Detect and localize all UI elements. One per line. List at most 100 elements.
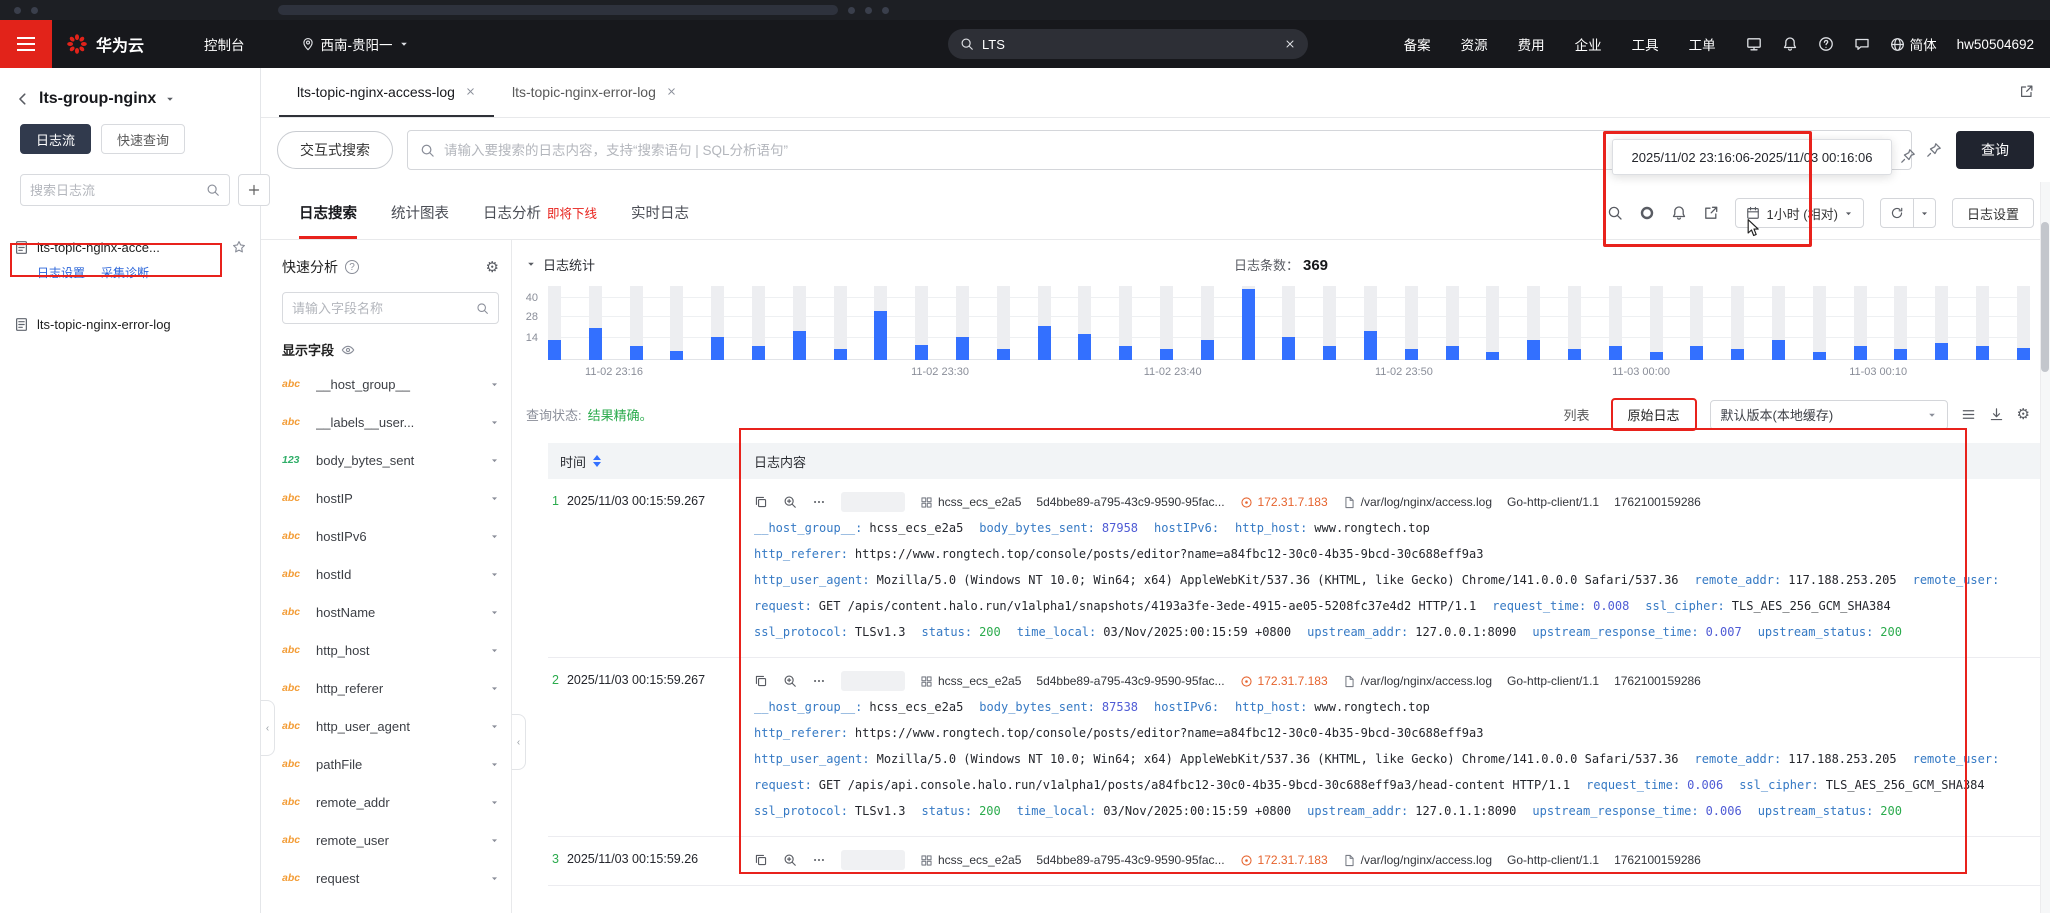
- log-field[interactable]: http_host:www.rongtech.top: [1235, 515, 1430, 541]
- scrollbar[interactable]: [2040, 182, 2050, 913]
- histogram-bucket[interactable]: [874, 286, 887, 360]
- histogram-bucket[interactable]: [1323, 286, 1336, 360]
- stream-item[interactable]: lts-topic-nginx-acce...: [0, 230, 260, 264]
- histogram-bucket[interactable]: [1976, 286, 1989, 360]
- log-field[interactable]: time_local:03/Nov/2025:00:15:59 +0800: [1017, 798, 1291, 824]
- query-button[interactable]: 查询: [1956, 131, 2034, 169]
- view-tab[interactable]: 实时日志: [631, 202, 689, 239]
- histogram-bucket[interactable]: [1038, 286, 1051, 360]
- refresh-button[interactable]: [1880, 198, 1936, 228]
- view-tab[interactable]: 统计图表: [391, 202, 449, 239]
- histogram-bucket[interactable]: [1772, 286, 1785, 360]
- search-tool-icon[interactable]: [1607, 205, 1623, 221]
- log-field[interactable]: upstream_addr:127.0.0.1:8090: [1307, 619, 1516, 645]
- histogram-bucket[interactable]: [1731, 286, 1744, 360]
- histogram-bucket[interactable]: [1405, 286, 1418, 360]
- field-search[interactable]: [282, 292, 499, 324]
- quick-field[interactable]: abchostIP: [282, 479, 499, 517]
- log-field[interactable]: remote_user:: [1913, 746, 2000, 772]
- log-field[interactable]: http_user_agent:Mozilla/5.0 (Windows NT …: [754, 746, 1679, 772]
- histogram-bucket[interactable]: [1160, 286, 1173, 360]
- view-tab[interactable]: 日志分析即将下线: [483, 202, 597, 239]
- log-field[interactable]: ssl_protocol:TLSv1.3: [754, 619, 906, 645]
- collapse-icon[interactable]: [526, 259, 536, 269]
- histogram-bucket[interactable]: [1486, 286, 1499, 360]
- global-search-input[interactable]: [982, 37, 1276, 52]
- quick-field[interactable]: abcpathFile: [282, 745, 499, 783]
- histogram-bucket[interactable]: [1527, 286, 1540, 360]
- info-icon[interactable]: [345, 260, 359, 274]
- log-field-chip[interactable]: /var/log/nginx/access.log: [1343, 674, 1492, 688]
- log-settings-button[interactable]: 日志设置: [1952, 198, 2034, 228]
- log-field-chip[interactable]: Go-http-client/1.1: [1507, 853, 1599, 867]
- log-field[interactable]: http_host:www.rongtech.top: [1235, 694, 1430, 720]
- log-field-chip[interactable]: hcss_ecs_e2a5: [920, 674, 1021, 688]
- sidebar-tab[interactable]: 日志流: [20, 124, 91, 154]
- log-field[interactable]: upstream_addr:127.0.1.1:8090: [1307, 798, 1516, 824]
- stream-search[interactable]: [20, 174, 230, 206]
- log-stats-label[interactable]: 日志统计: [543, 255, 595, 274]
- context-chip[interactable]: [841, 850, 905, 870]
- chevron-down-icon[interactable]: [165, 94, 175, 104]
- huawei-cloud-logo[interactable]: 华为云: [66, 32, 144, 56]
- log-field-chip[interactable]: 1762100159286: [1614, 495, 1701, 509]
- view-list-button[interactable]: 列表: [1556, 401, 1598, 428]
- histogram-bucket[interactable]: [2017, 286, 2030, 360]
- topnav-item[interactable]: 工具: [1632, 34, 1659, 54]
- quick-field[interactable]: abc__labels__user...: [282, 403, 499, 441]
- log-field[interactable]: request_time:0.006: [1586, 772, 1723, 798]
- eye-icon[interactable]: [341, 343, 355, 357]
- histogram-bucket[interactable]: [1446, 286, 1459, 360]
- log-field-chip[interactable]: 172.31.7.183: [1240, 495, 1328, 509]
- log-field[interactable]: http_user_agent:Mozilla/5.0 (Windows NT …: [754, 567, 1679, 593]
- log-field[interactable]: remote_addr:117.188.253.205: [1695, 746, 1897, 772]
- histogram-bucket[interactable]: [630, 286, 643, 360]
- histogram-bucket[interactable]: [1119, 286, 1132, 360]
- histogram-bucket[interactable]: [711, 286, 724, 360]
- log-field[interactable]: upstream_response_time:0.006: [1532, 798, 1741, 824]
- histogram-bucket[interactable]: [589, 286, 602, 360]
- quick-field[interactable]: abchostIPv6: [282, 517, 499, 555]
- context-chip[interactable]: [841, 671, 905, 691]
- stream-search-input[interactable]: [30, 183, 206, 198]
- log-field[interactable]: remote_user:: [1913, 567, 2000, 593]
- pin-icon[interactable]: [1926, 142, 1942, 158]
- log-field[interactable]: upstream_status:200: [1758, 798, 1902, 824]
- log-field[interactable]: time_local:03/Nov/2025:00:15:59 +0800: [1017, 619, 1291, 645]
- share-tool-icon[interactable]: [1703, 205, 1719, 221]
- histogram-bucket[interactable]: [1609, 286, 1622, 360]
- histogram-bucket[interactable]: [670, 286, 683, 360]
- gear-icon[interactable]: [486, 258, 499, 276]
- log-field-chip[interactable]: hcss_ecs_e2a5: [920, 853, 1021, 867]
- interactive-search-button[interactable]: 交互式搜索: [277, 131, 393, 169]
- create-stream-button[interactable]: [238, 174, 270, 206]
- log-field[interactable]: hostIPv6:: [1154, 515, 1219, 541]
- download-icon[interactable]: [1989, 407, 2004, 422]
- sidebar-tab[interactable]: 快速查询: [101, 124, 185, 154]
- log-field-chip[interactable]: 172.31.7.183: [1240, 674, 1328, 688]
- topnav-item[interactable]: 工单: [1689, 34, 1716, 54]
- field-search-input[interactable]: [292, 301, 476, 316]
- log-field[interactable]: hostIPv6:: [1154, 694, 1219, 720]
- chart-tool-icon[interactable]: [1639, 205, 1655, 221]
- histogram-bucket[interactable]: [1650, 286, 1663, 360]
- log-field-chip[interactable]: /var/log/nginx/access.log: [1343, 495, 1492, 509]
- help-icon[interactable]: [1818, 36, 1834, 52]
- histogram-bucket[interactable]: [1242, 286, 1255, 360]
- log-content-cell[interactable]: hcss_ecs_e2a55d4bbe89-a795-43c9-9590-95f…: [738, 489, 2050, 645]
- log-field[interactable]: remote_addr:117.188.253.205: [1695, 567, 1897, 593]
- view-raw-button[interactable]: 原始日志: [1611, 398, 1697, 431]
- histogram-bucket[interactable]: [793, 286, 806, 360]
- clear-search-icon[interactable]: [1284, 38, 1296, 50]
- column-time[interactable]: 时间: [548, 452, 738, 471]
- quick-panel-collapse-handle[interactable]: [512, 714, 526, 770]
- histogram-bucket[interactable]: [1813, 286, 1826, 360]
- histogram-bucket[interactable]: [1282, 286, 1295, 360]
- layout-version-select[interactable]: 默认版本(本地缓存): [1710, 400, 1948, 430]
- region-selector[interactable]: 西南-贵阳一: [301, 34, 409, 54]
- language-selector[interactable]: 简体: [1890, 34, 1937, 54]
- log-field[interactable]: status:200: [922, 619, 1001, 645]
- histogram-bucket[interactable]: [1078, 286, 1091, 360]
- log-field-chip[interactable]: /var/log/nginx/access.log: [1343, 853, 1492, 867]
- log-field[interactable]: http_referer:https://www.rongtech.top/co…: [754, 720, 1483, 746]
